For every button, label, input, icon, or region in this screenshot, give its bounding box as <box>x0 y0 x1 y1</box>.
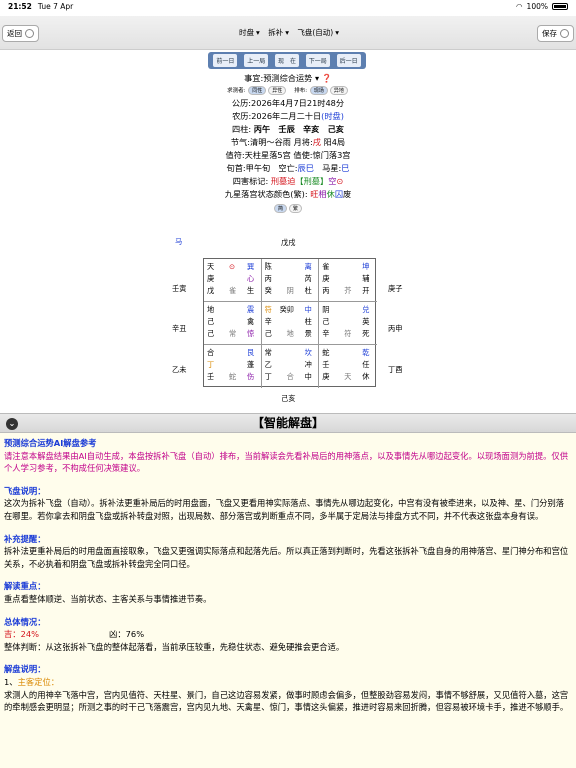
toggle-simple[interactable]: 简 <box>273 204 287 213</box>
top-stem: 戊戌 <box>281 238 296 247</box>
ji-score: 吉：24% <box>4 629 40 640</box>
left-stem-1: 壬寅 <box>172 284 187 293</box>
right-stem-3: 丁酉 <box>388 365 403 374</box>
palace-qian[interactable]: 蛇 乾 壬 任 庚 天 休 <box>319 345 377 388</box>
xunshou-line: 旬首:甲午旬 空亡:辰巳 马星:巳 <box>226 163 350 173</box>
section-title-reminder: 补充提醒： <box>4 533 46 544</box>
section-title-explain: 解盘说明： <box>4 664 46 675</box>
status-bar: 21:52 Tue 7 Apr ◠ 100% <box>0 0 576 13</box>
star-status-line: 九星落宫状态颜色(繁): 旺相休囚废 <box>224 189 352 199</box>
explain-item-heading: 1、主客定位： <box>4 676 60 687</box>
palace-gen[interactable]: 合 艮 丁 蓬 壬 蛇 伤 <box>204 345 262 388</box>
prev-day-button[interactable]: 前一日 <box>213 54 238 67</box>
right-stem-2: 丙申 <box>388 324 403 333</box>
ai-disclaimer: 请注意本解盘结果由AI自动生成，本盘按拆补飞盘（自动）排布，当前解读会先看补局后… <box>4 450 569 474</box>
mode-selector: 时盘 ▾ 拆补 ▾ 飞盘(自动) ▾ <box>0 27 576 38</box>
palace-xun[interactable]: 天 ⊙ 巽 庚 心 戊 雀 生 <box>204 259 262 302</box>
next-ju-button[interactable]: 下一局 <box>305 54 330 67</box>
solar-date: 公历:2026年4月7日21时48分 <box>231 98 345 108</box>
prev-ju-button[interactable]: 上一局 <box>244 54 269 67</box>
bottom-stem: 己亥 <box>281 394 296 403</box>
mode-time-dropdown[interactable]: 时盘 ▾ <box>237 28 260 37</box>
time-navigation: 前一日 上一局 现 在 下一局 后一日 <box>208 52 366 69</box>
status-right: ◠ 100% <box>516 2 568 11</box>
left-stem-2: 辛丑 <box>172 324 187 333</box>
simplified-traditional-toggle: 简繁 <box>0 204 576 213</box>
palace-dui[interactable]: 阴 兑 己 英 辛 符 死 <box>319 302 377 345</box>
horse-marker: 马 <box>175 237 183 246</box>
chevron-down-icon[interactable]: ⌄ <box>6 418 18 430</box>
ai-panel-title: 【智能解盘】 <box>251 416 324 430</box>
zhifu-line: 值符:天柱星落5宫 值使:惊门落3宫 <box>225 150 351 160</box>
ask-same-pill[interactable]: 同性 <box>248 86 267 95</box>
ai-panel-header[interactable]: ⌄ 【智能解盘】 <box>0 413 576 433</box>
section-title-plate: 飞盘说明： <box>4 485 46 496</box>
harm-line: 四害标记: 刑墓迫【刑墓】空⊙ <box>232 176 344 186</box>
section-title-focus: 解读重点： <box>4 581 46 592</box>
matter-line[interactable]: 事宜:预测综合运势 ▾ ❓ <box>0 72 576 84</box>
battery-icon <box>552 3 568 10</box>
section-body-focus: 重点看整体顺逆、当前状态、主客关系与事情推进节奏。 <box>4 593 212 604</box>
save-label: 保存 <box>542 29 557 38</box>
ai-analysis-content: 预测综合运势AI解盘参考 请注意本解盘结果由AI自动生成，本盘按拆补飞盘（自动）… <box>0 433 576 768</box>
palace-li[interactable]: 陈 离 丙 芮 癸 阴 杜 <box>261 259 320 302</box>
score-line: 吉：24% 凶：76% <box>4 628 572 641</box>
section-body-reminder: 拆补法更重补局后的时用盘面直接取象，飞盘又更强调实际落点和起落先后。所以真正落到… <box>4 546 569 569</box>
ask-diff-pill[interactable]: 异性 <box>268 86 287 95</box>
palace-zhen[interactable]: 地 震 己 禽 己 常 惊 <box>204 302 262 345</box>
left-stem-3: 乙未 <box>172 365 187 374</box>
section-title-overall: 总体情况： <box>4 616 46 627</box>
four-pillars: 四柱: 丙午 壬辰 辛亥 己亥 <box>232 124 344 134</box>
qimen-board: 天 ⊙ 巽 庚 心 戊 雀 生 陈 离 丙 芮 癸 阴 杜 雀 坤 庚 辅 丙 … <box>203 258 377 388</box>
ai-title: 预测综合运势AI解盘参考 <box>4 438 97 448</box>
nav-bar: 返回 时盘 ▾ 拆补 ▾ 飞盘(自动) ▾ 保存 <box>0 16 576 50</box>
lunar-date: 农历:2026年二月二十日(时盘) <box>232 111 344 121</box>
toggle-traditional[interactable]: 繁 <box>289 204 303 213</box>
section-body-plate: 这次为拆补飞盘（自动）。拆补法更重补局后的时用盘面，飞盘又更看用神实际落点、事情… <box>4 498 565 521</box>
overall-judgement: 整体判断：从这张拆补飞盘的整体起落看，当前承压较重，先稳住状态、避免硬推会更合适… <box>4 641 345 652</box>
palace-center[interactable]: 符 癸卯 中 辛 柱 己 地 景 <box>261 302 320 345</box>
mode-plate-dropdown[interactable]: 飞盘(自动) ▾ <box>295 28 339 37</box>
palace-kan[interactable]: 常 坎 乙 冲 丁 合 中 <box>262 345 320 388</box>
save-circle-icon <box>560 29 569 38</box>
sort-local-pill[interactable]: 现场 <box>309 86 328 95</box>
next-day-button[interactable]: 后一日 <box>336 54 361 67</box>
jieqi-line: 节气:清明～谷雨 月将:戌 阳4局 <box>230 137 346 147</box>
explain-item-body: 求测人的用神辛飞落中宫，宫内见值符、天柱星、景门，自己这边容易发紧，做事时顾虑会… <box>4 689 569 713</box>
save-button[interactable]: 保存 <box>537 25 574 42</box>
status-date: Tue 7 Apr <box>37 2 74 11</box>
right-stem-1: 庚子 <box>388 284 403 293</box>
mode-method-dropdown[interactable]: 拆补 ▾ <box>266 28 289 37</box>
now-button[interactable]: 现 在 <box>274 54 299 67</box>
status-time: 21:52 <box>8 2 32 11</box>
battery-percent: 100% <box>526 2 548 11</box>
option-line: 求测者: 同性 异性 排布: 现场 异地 <box>0 86 576 95</box>
wifi-icon: ◠ <box>516 2 523 11</box>
palace-kun[interactable]: 雀 坤 庚 辅 丙 芥 开 <box>319 259 377 302</box>
xiong-score: 凶：76% <box>109 629 145 640</box>
help-icon[interactable]: ❓ <box>322 73 332 83</box>
sort-remote-pill[interactable]: 异地 <box>329 86 348 95</box>
